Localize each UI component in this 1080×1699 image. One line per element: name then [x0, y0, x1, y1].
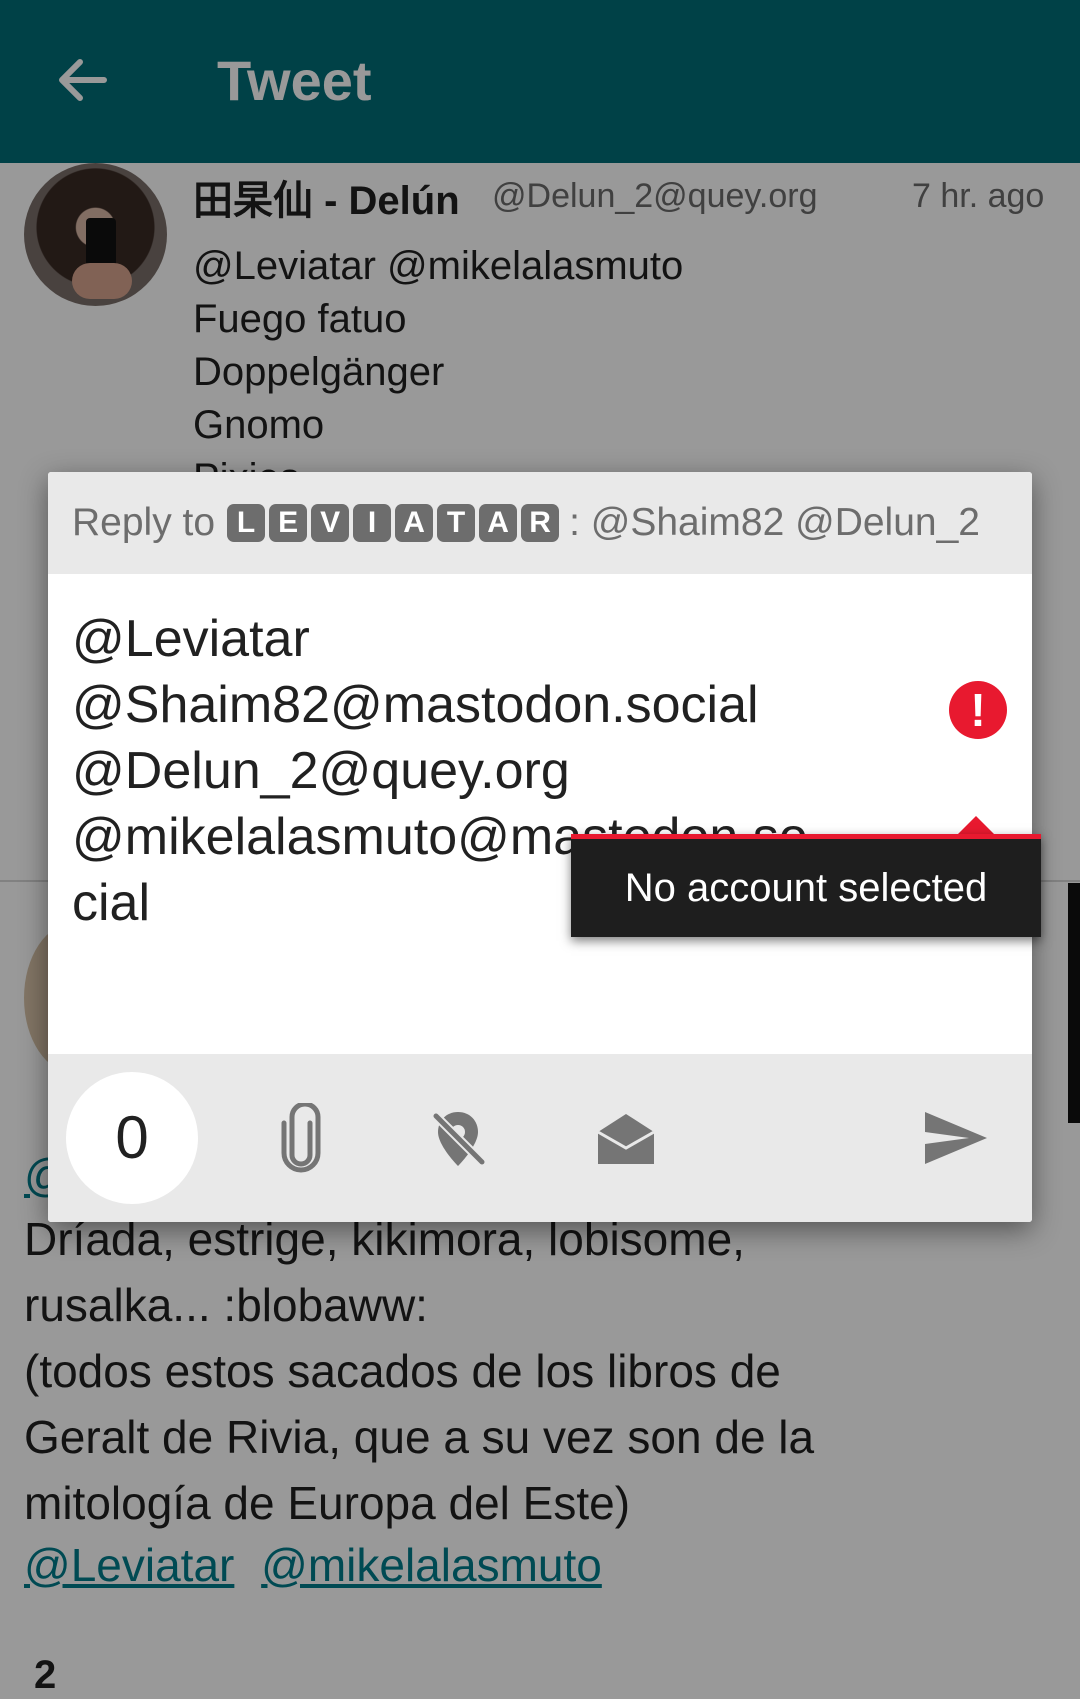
error-tooltip: No account selected — [571, 834, 1041, 937]
send-button[interactable] — [916, 1098, 996, 1178]
alert-circle-icon[interactable]: ! — [949, 681, 1007, 739]
badge-letter: V — [311, 504, 350, 542]
tooltip-arrow — [958, 816, 994, 834]
badge-letter: A — [395, 504, 434, 542]
attach-button[interactable] — [262, 1098, 342, 1178]
account-badges: L E V I A T A R — [227, 504, 563, 542]
envelope-open-icon — [597, 1114, 655, 1164]
paperclip-icon — [281, 1103, 321, 1173]
reply-recipients: : @Shaim82 @Delun_2 — [569, 501, 980, 544]
badge-letter: R — [521, 504, 560, 542]
badge-letter: E — [269, 504, 308, 542]
visibility-button[interactable] — [586, 1098, 666, 1178]
reply-prefix: Reply to — [72, 501, 216, 544]
badge-letter: A — [479, 504, 518, 542]
compose-line: @Leviatar — [72, 610, 310, 668]
send-icon — [925, 1112, 987, 1164]
location-off-icon — [432, 1112, 486, 1166]
compose-toolbar: 0 — [48, 1054, 1032, 1222]
badge-letter: I — [353, 504, 392, 542]
reply-header: Reply to L E V I A T A R : @Shaim82 @Del… — [48, 472, 1032, 574]
character-counter: 0 — [66, 1072, 198, 1204]
badge-letter: T — [437, 504, 476, 542]
reply-dialog: Reply to L E V I A T A R : @Shaim82 @Del… — [48, 472, 1041, 1222]
badge-letter: L — [227, 504, 266, 542]
compose-line: @Delun_2@quey.org — [72, 742, 570, 800]
compose-line: @Shaim82@mastodon.social — [72, 676, 759, 734]
location-toggle-button[interactable] — [418, 1098, 498, 1178]
